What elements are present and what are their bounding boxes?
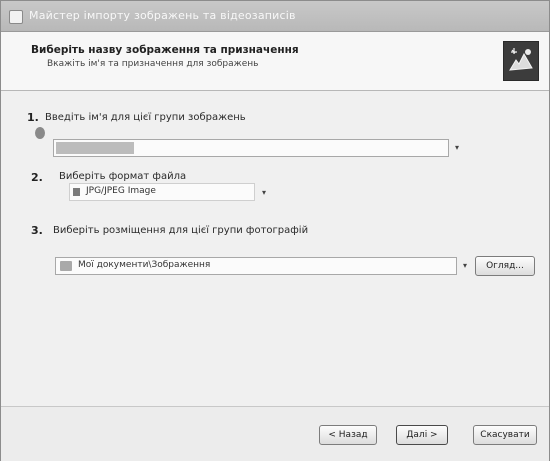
page-title: Виберіть назву зображення та призначення (31, 44, 299, 56)
input-selection-highlight (56, 142, 134, 154)
wizard-logo-icon (503, 41, 539, 81)
file-format-value: JPG/JPEG Image (86, 186, 156, 196)
step3-number: 3. (31, 224, 43, 237)
wizard-header: Виберіть назву зображення та призначення… (1, 32, 549, 91)
wizard-content: 1. Введіть ім'я для цієї групи зображень… (1, 91, 549, 406)
next-button[interactable]: Далі > (396, 425, 448, 445)
step2-number: 2. (31, 171, 43, 184)
format-icon (73, 188, 80, 196)
tag-icon (35, 127, 45, 139)
step3-label: Виберіть розміщення для цієї групи фотог… (53, 225, 309, 236)
step1-label: Введіть ім'я для цієї групи зображень (45, 112, 246, 123)
step1-number: 1. (27, 111, 39, 124)
folder-icon (60, 261, 72, 271)
app-icon (9, 10, 23, 24)
import-wizard-window: Майстер імпорту зображень та відеозаписі… (0, 0, 550, 461)
chevron-down-icon[interactable]: ▾ (259, 188, 269, 198)
window-title: Майстер імпорту зображень та відеозаписі… (29, 9, 296, 22)
title-bar[interactable]: Майстер імпорту зображень та відеозаписі… (1, 1, 549, 32)
destination-folder-input[interactable]: Мої документи\Зображення (55, 257, 457, 275)
cancel-button[interactable]: Скасувати (473, 425, 537, 445)
wizard-footer: < Назад Далі > Скасувати (1, 406, 549, 461)
chevron-down-icon[interactable]: ▾ (460, 261, 470, 271)
file-format-select[interactable]: JPG/JPEG Image (69, 183, 255, 201)
browse-button[interactable]: Огляд... (475, 256, 535, 276)
page-subtitle: Вкажіть ім'я та призначення для зображен… (47, 59, 259, 69)
destination-folder-value: Мої документи\Зображення (78, 260, 211, 270)
step2-label: Виберіть формат файла (59, 171, 187, 182)
back-button[interactable]: < Назад (319, 425, 377, 445)
group-name-input[interactable] (53, 139, 449, 157)
chevron-down-icon[interactable]: ▾ (452, 143, 462, 153)
